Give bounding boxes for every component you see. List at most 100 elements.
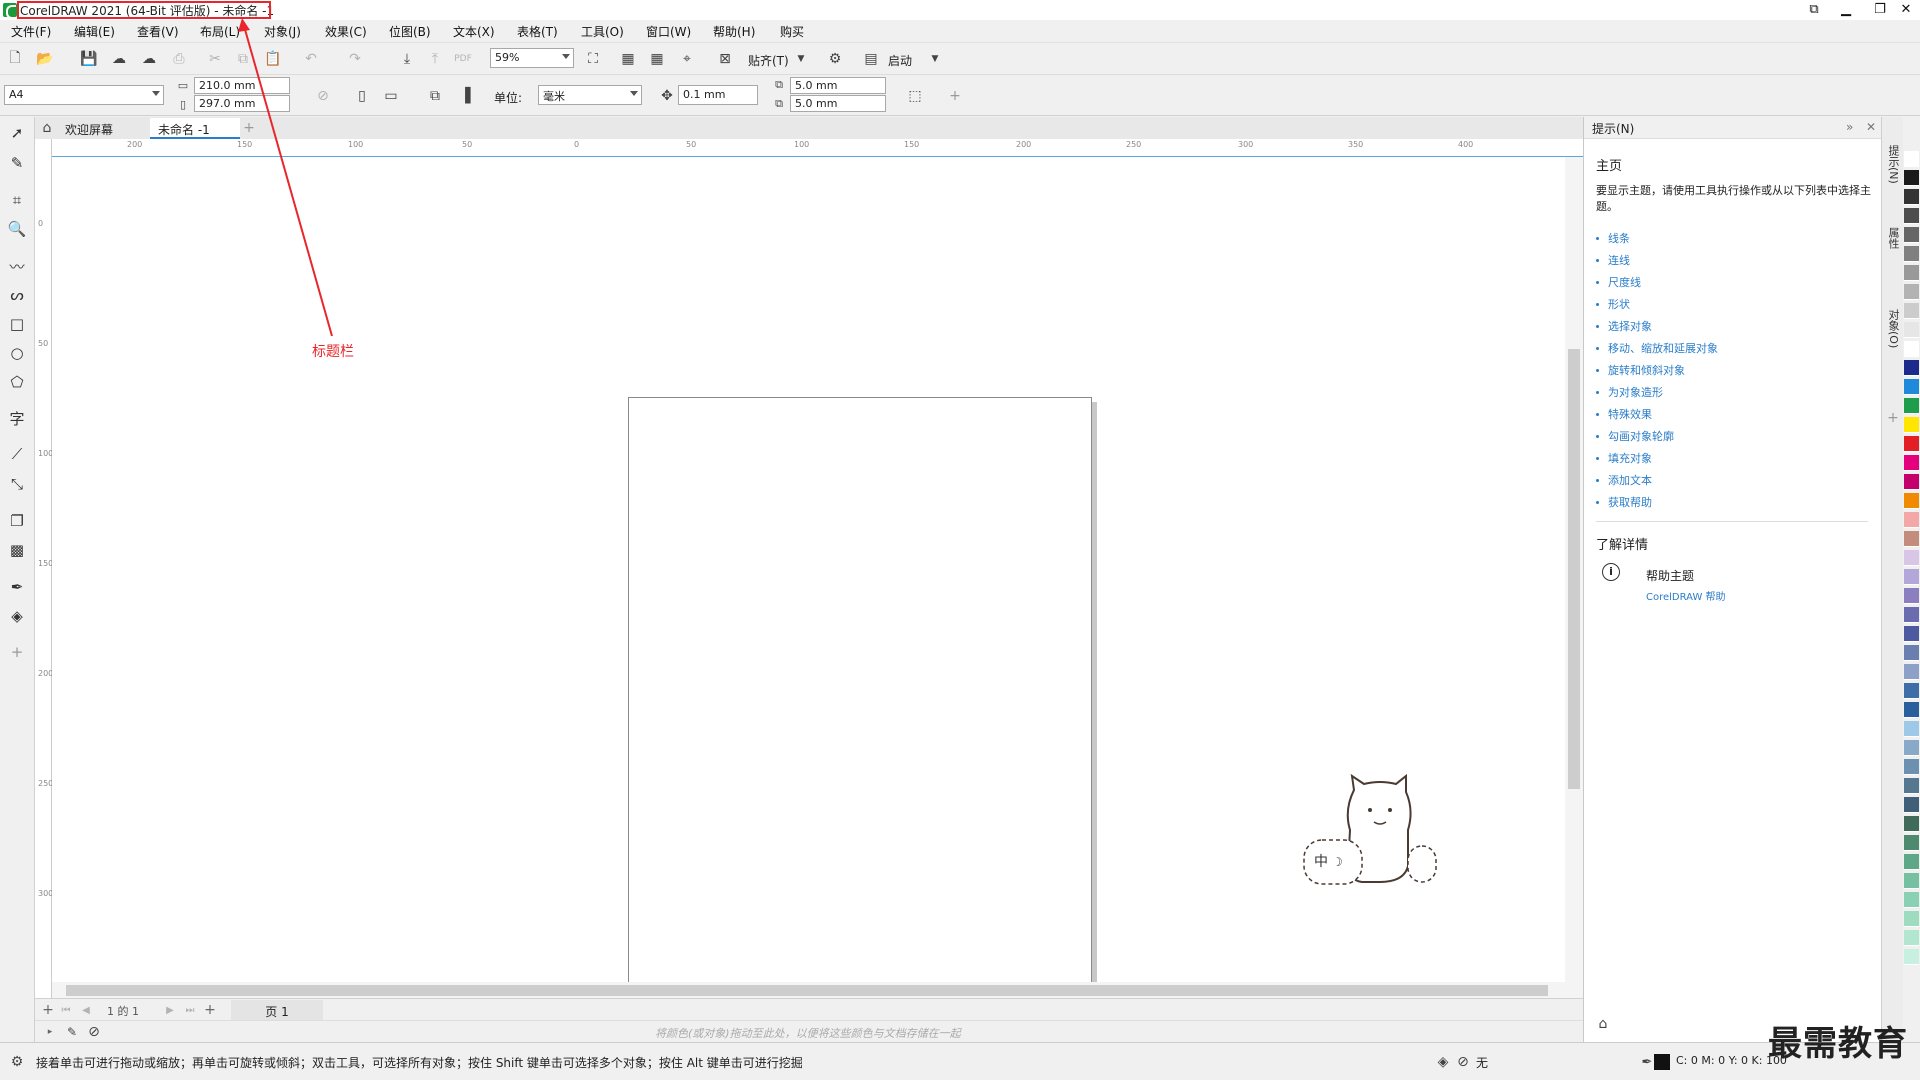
tab-properties[interactable]: 属性 <box>1885 227 1901 249</box>
menu-bitmaps[interactable]: 位图(B) <box>389 23 431 40</box>
palette-swatch[interactable] <box>1904 949 1919 965</box>
palette-swatch[interactable] <box>1904 702 1919 718</box>
palette-swatch[interactable] <box>1904 208 1919 224</box>
shape-tool-icon[interactable]: ✎ <box>6 152 28 174</box>
palette-swatch[interactable] <box>1904 778 1919 794</box>
eyedropper-icon[interactable]: ✒ <box>6 576 28 598</box>
palette-swatch[interactable] <box>1904 664 1919 680</box>
page-size-select[interactable]: A4 <box>4 85 164 105</box>
scroll-thumb[interactable] <box>1568 349 1580 789</box>
restore-layout-icon[interactable]: ⧉ <box>1798 0 1830 20</box>
menu-file[interactable]: 文件(F) <box>11 23 51 40</box>
palette-swatch[interactable] <box>1904 360 1919 376</box>
all-pages-icon[interactable]: ⧉ <box>424 85 446 107</box>
palette-swatch[interactable] <box>1904 227 1919 243</box>
minimize-button[interactable]: ▁ <box>1830 0 1862 20</box>
palette-swatch[interactable] <box>1904 398 1919 414</box>
fill-color-icon[interactable]: ◈ <box>1432 1051 1454 1073</box>
app-launcher-icon[interactable]: ▤ <box>860 48 882 70</box>
docker-close-icon[interactable]: ✕ <box>1866 120 1876 134</box>
menu-tools[interactable]: 工具(O) <box>581 23 624 40</box>
landscape-icon[interactable]: ▭ <box>380 85 402 107</box>
hint-link-shapes[interactable]: 形状 <box>1608 296 1630 312</box>
full-screen-icon[interactable]: ⛶ <box>582 48 604 70</box>
palette-swatch[interactable] <box>1904 189 1919 205</box>
redo-icon[interactable]: ↷ <box>344 48 366 70</box>
first-page-icon[interactable]: ⏮ <box>55 999 77 1021</box>
tab-hints[interactable]: 提示(N) <box>1885 145 1901 184</box>
page-frame-icon[interactable]: ⬚ <box>904 85 926 107</box>
palette-menu-icon[interactable]: ▸ <box>39 1021 61 1043</box>
new-document-icon[interactable]: 🗋 <box>4 48 26 70</box>
horizontal-scrollbar[interactable] <box>52 982 1583 998</box>
show-guidelines-icon[interactable]: ⌖ <box>676 48 698 70</box>
palette-swatch[interactable] <box>1904 151 1919 167</box>
cloud-download-icon[interactable]: ☁ <box>108 48 130 70</box>
snap-to-button[interactable]: 贴齐(T) <box>748 52 789 69</box>
hint-link-dimensions[interactable]: 尺度线 <box>1608 274 1641 290</box>
options-gear-icon[interactable]: ⚙ <box>824 48 846 70</box>
palette-swatch[interactable] <box>1904 531 1919 547</box>
menu-effects[interactable]: 效果(C) <box>325 23 367 40</box>
duplicate-y-field[interactable]: 5.0 mm <box>790 95 886 112</box>
current-page-icon[interactable]: ▐ <box>454 85 476 107</box>
page-tab-1[interactable]: 页 1 <box>231 1000 323 1020</box>
page-width-field[interactable]: 210.0 mm <box>194 77 290 94</box>
rectangle-tool-icon[interactable]: □ <box>6 313 28 335</box>
hint-link-special-effects[interactable]: 特殊效果 <box>1608 406 1652 422</box>
scroll-thumb[interactable] <box>66 985 1548 996</box>
palette-swatch[interactable] <box>1904 854 1919 870</box>
palette-swatch[interactable] <box>1904 816 1919 832</box>
hint-link-connectors[interactable]: 连线 <box>1608 252 1630 268</box>
palette-swatch[interactable] <box>1904 892 1919 908</box>
palette-swatch[interactable] <box>1904 569 1919 585</box>
artistic-media-icon[interactable]: ᔕ <box>6 284 28 306</box>
polygon-tool-icon[interactable]: ⬠ <box>6 371 28 393</box>
palette-swatch[interactable] <box>1904 683 1919 699</box>
alignment-guides-icon[interactable]: ⊠ <box>714 48 736 70</box>
hint-link-move-scale[interactable]: 移动、缩放和延展对象 <box>1608 340 1718 356</box>
palette-swatch[interactable] <box>1904 455 1919 471</box>
no-color-swatch-icon[interactable]: ⊘ <box>83 1021 105 1043</box>
menu-buy[interactable]: 购买 <box>780 23 804 40</box>
show-rulers-icon[interactable]: ▦ <box>617 48 639 70</box>
coreldraw-help-link[interactable]: CorelDRAW 帮助 <box>1646 588 1726 603</box>
chevron-down-icon[interactable]: ▼ <box>790 48 812 70</box>
last-page-icon[interactable]: ⏭ <box>179 999 201 1021</box>
tab-welcome-screen[interactable]: 欢迎屏幕 <box>57 118 155 139</box>
palette-swatch[interactable] <box>1904 341 1919 357</box>
menu-edit[interactable]: 编辑(E) <box>74 23 115 40</box>
vertical-scrollbar[interactable] <box>1565 157 1583 982</box>
zoom-tool-icon[interactable]: 🔍 <box>6 218 28 240</box>
ellipse-tool-icon[interactable]: ○ <box>6 342 28 364</box>
undo-icon[interactable]: ↶ <box>300 48 322 70</box>
transparency-tool-icon[interactable]: ▩ <box>6 539 28 561</box>
add-tool-icon[interactable]: + <box>6 641 28 663</box>
cut-icon[interactable]: ✂ <box>204 48 226 70</box>
horizontal-ruler[interactable]: 200 150 100 50 0 50 100 150 200 250 300 … <box>52 139 1583 157</box>
palette-swatch[interactable] <box>1904 835 1919 851</box>
import-icon[interactable]: ⤓ <box>396 48 418 70</box>
close-button[interactable]: ✕ <box>1890 0 1920 20</box>
home-icon[interactable]: ⌂ <box>35 117 59 139</box>
palette-swatch[interactable] <box>1904 493 1919 509</box>
document-page[interactable] <box>628 397 1092 1055</box>
palette-swatch[interactable] <box>1904 303 1919 319</box>
menu-text[interactable]: 文本(X) <box>453 23 495 40</box>
palette-swatch[interactable] <box>1904 759 1919 775</box>
connector-tool-icon[interactable]: ⤡ <box>6 473 28 495</box>
page-height-field[interactable]: 297.0 mm <box>194 95 290 112</box>
open-icon[interactable]: 📂 <box>34 48 56 70</box>
palette-swatch[interactable] <box>1904 512 1919 528</box>
palette-swatch[interactable] <box>1904 284 1919 300</box>
no-fill-swatch-icon[interactable]: ⊘ <box>1452 1051 1474 1073</box>
hint-link-outline[interactable]: 勾画对象轮廓 <box>1608 428 1674 444</box>
status-gear-icon[interactable]: ⚙ <box>6 1051 28 1073</box>
docker-home-icon[interactable]: ⌂ <box>1592 1013 1614 1035</box>
palette-swatch[interactable] <box>1904 417 1919 433</box>
menu-window[interactable]: 窗口(W) <box>646 23 691 40</box>
hint-link-rotate-skew[interactable]: 旋转和倾斜对象 <box>1608 362 1685 378</box>
pick-tool-icon[interactable]: ➚ <box>6 122 28 144</box>
chevron-down-icon[interactable]: ▼ <box>924 48 946 70</box>
palette-swatch[interactable] <box>1904 246 1919 262</box>
